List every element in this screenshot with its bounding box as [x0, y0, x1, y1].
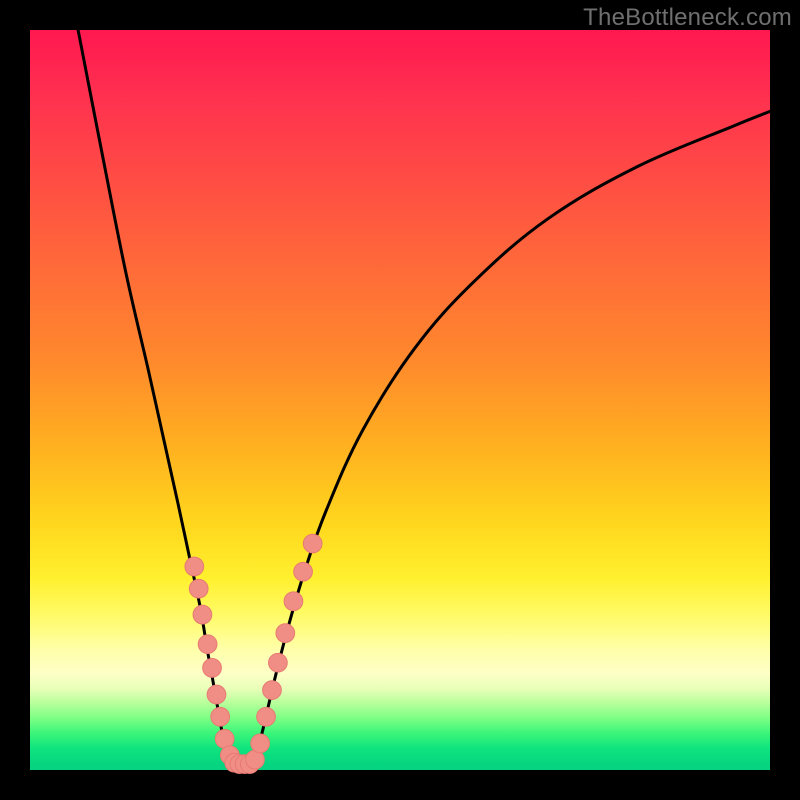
left-branch-curve [78, 30, 233, 764]
highlight-dot [185, 557, 204, 576]
highlight-dot [263, 681, 282, 700]
highlight-dot [251, 734, 270, 753]
right-branch-curve [252, 111, 770, 764]
highlight-dot [207, 685, 226, 704]
highlight-dot [257, 707, 276, 726]
highlight-dot [269, 653, 288, 672]
highlight-dot [294, 562, 313, 581]
highlight-dot [211, 707, 230, 726]
highlight-dots-group [185, 534, 322, 773]
highlight-dot [203, 659, 222, 678]
watermark-text: TheBottleneck.com [583, 4, 792, 32]
highlight-dot [276, 624, 295, 643]
highlight-dot [193, 605, 212, 624]
outer-frame: TheBottleneck.com [0, 0, 800, 800]
highlight-dot [284, 592, 303, 611]
plot-area [30, 30, 770, 770]
highlight-dot [303, 534, 322, 553]
highlight-dot [198, 635, 217, 654]
chart-svg [30, 30, 770, 770]
highlight-dot [189, 579, 208, 598]
